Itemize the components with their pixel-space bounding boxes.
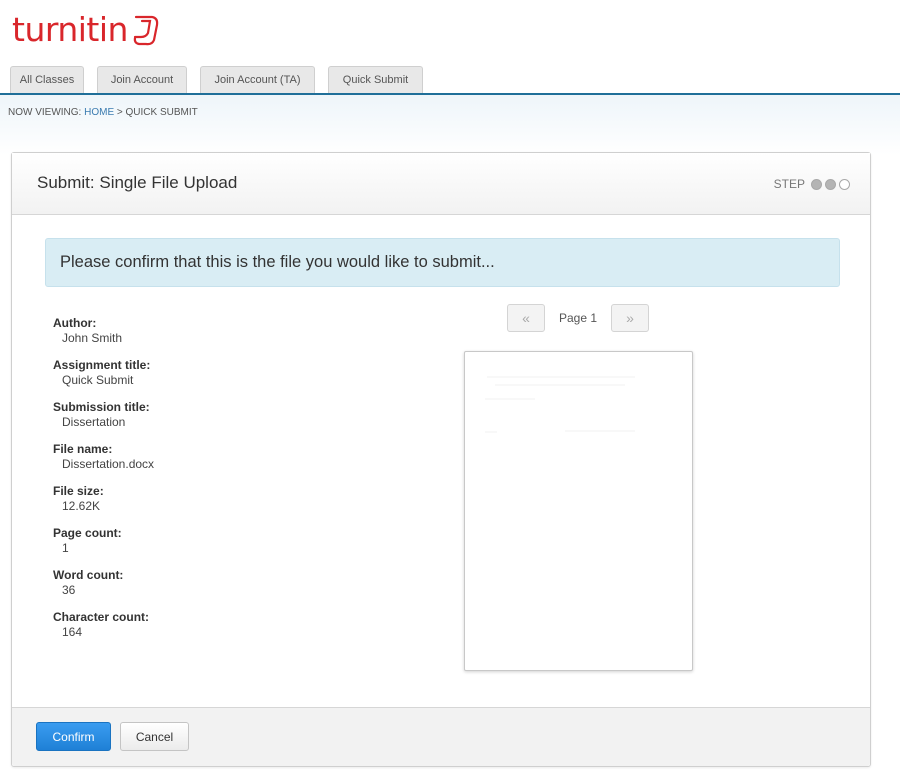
breadcrumb-separator: > <box>116 107 123 118</box>
breadcrumb-home-link[interactable]: HOME <box>84 107 114 118</box>
header-band <box>0 95 900 155</box>
detail-label: File name: <box>53 442 113 456</box>
detail-submission-title: Submission title: Dissertation <box>53 400 154 430</box>
tab-join-account[interactable]: Join Account <box>97 66 187 93</box>
nav-tabs: All Classes Join Account Join Account (T… <box>10 66 423 93</box>
detail-value: Dissertation.docx <box>62 457 155 471</box>
breadcrumb: NOW VIEWING: HOME > QUICK SUBMIT <box>8 107 198 118</box>
detail-value: John Smith <box>62 331 123 345</box>
detail-value: 1 <box>62 541 69 555</box>
detail-label: Page count: <box>53 526 122 540</box>
preview-page-image <box>485 376 635 433</box>
detail-value: Dissertation <box>62 415 126 429</box>
step-dot-2 <box>825 178 836 190</box>
detail-assignment-title: Assignment title: Quick Submit <box>53 358 154 388</box>
detail-file-name: File name: Dissertation.docx <box>53 442 154 472</box>
submit-panel: Submit: Single File Upload STEP Please c… <box>11 152 871 767</box>
tab-all-classes[interactable]: All Classes <box>10 66 84 93</box>
page-label: Page 1 <box>559 311 598 325</box>
detail-label: Word count: <box>53 568 124 582</box>
detail-label: File size: <box>53 484 104 498</box>
step-dot-1 <box>811 178 822 190</box>
detail-label: Character count: <box>53 610 150 624</box>
panel-title: Submit: Single File Upload <box>37 173 238 192</box>
breadcrumb-prefix: NOW VIEWING: <box>8 107 82 118</box>
paper-logo-icon <box>133 15 159 46</box>
step-label: STEP <box>773 177 805 191</box>
file-details: Author: John Smith Assignment title: Qui… <box>53 316 154 652</box>
detail-word-count: Word count: 36 <box>53 568 154 598</box>
page-pager: « Page 1 » <box>507 304 650 332</box>
detail-value: Quick Submit <box>62 373 134 387</box>
logo-wordmark: turnitin <box>12 9 128 49</box>
detail-file-size: File size: 12.62K <box>53 484 154 514</box>
confirm-alert: Please confirm that this is the file you… <box>45 238 840 287</box>
step-indicator: STEP <box>774 177 850 191</box>
prev-page-button[interactable]: « <box>507 304 545 332</box>
detail-value: 12.62K <box>62 499 101 513</box>
cancel-button[interactable]: Cancel <box>120 722 189 751</box>
panel-header: Submit: Single File Upload STEP <box>12 153 870 215</box>
detail-label: Assignment title: <box>53 358 151 372</box>
detail-author: Author: John Smith <box>53 316 154 346</box>
breadcrumb-current: QUICK SUBMIT <box>125 107 198 118</box>
confirm-button[interactable]: Confirm <box>36 722 111 751</box>
detail-character-count: Character count: 164 <box>53 610 154 640</box>
detail-value: 36 <box>62 583 76 597</box>
tab-join-account-ta[interactable]: Join Account (TA) <box>200 66 315 93</box>
turnitin-logo[interactable]: turnitin <box>12 4 162 54</box>
tab-quick-submit[interactable]: Quick Submit <box>328 66 423 93</box>
panel-footer: Confirm Cancel <box>12 707 870 766</box>
document-preview[interactable] <box>464 351 693 671</box>
detail-page-count: Page count: 1 <box>53 526 154 556</box>
detail-value: 164 <box>62 625 83 639</box>
detail-label: Submission title: <box>53 400 150 414</box>
next-page-button[interactable]: » <box>611 304 650 332</box>
detail-label: Author: <box>53 316 97 330</box>
step-dot-3 <box>839 178 850 190</box>
